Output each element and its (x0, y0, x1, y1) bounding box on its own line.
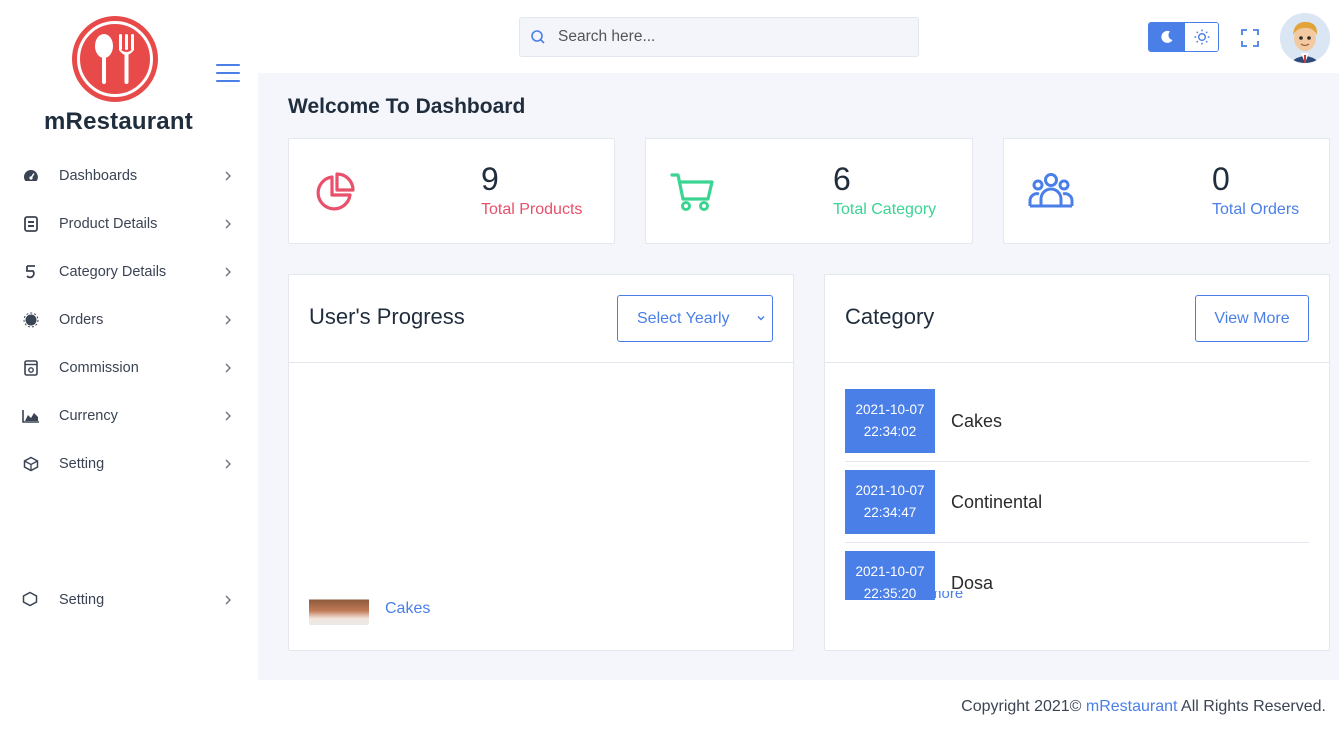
setting-cube-icon (22, 455, 40, 473)
sidebar-item-label: Product Details (59, 216, 158, 232)
sidebar-item-label: Setting (59, 456, 105, 472)
sidebar-item-label: Currency (59, 408, 118, 424)
sidebar-item-label: Orders (59, 312, 104, 328)
search-bar (519, 17, 919, 57)
users-group-icon (1028, 173, 1074, 208)
sidebar-item-currency[interactable]: Currency (0, 392, 258, 440)
time-text: 22:34:02 (863, 424, 917, 439)
date-badge: 2021-10-07 22:34:02 (845, 389, 935, 453)
card-header: User's Progress Select Yearly (289, 275, 793, 363)
cake-image (309, 593, 369, 625)
area-chart-icon (22, 407, 40, 425)
setting-cube-icon (22, 591, 40, 608)
sidebar: mRestaurant Dashboards Product Details C… (0, 0, 258, 680)
main-content: Welcome To Dashboard 9 Total Products 6 … (258, 73, 1339, 680)
users-progress-card: User's Progress Select Yearly Cakes (288, 274, 794, 651)
copyright-text: Copyright 2021© mRestaurant All Rights R… (961, 698, 1326, 716)
list-item[interactable]: 2021-10-07 22:34:02 Cakes (845, 381, 1309, 462)
stat-value: 9 (481, 161, 499, 197)
chevron-right-icon (225, 315, 231, 325)
time-text: 22:34:47 (863, 505, 917, 520)
sun-icon (1194, 29, 1209, 45)
date-text: 2021-10-07 (855, 564, 925, 579)
app-root: mRestaurant Dashboards Product Details C… (0, 0, 1339, 736)
stat-label: Total Products (481, 201, 583, 218)
view-more-button[interactable]: View More (1195, 295, 1309, 342)
stat-card-orders: 0 Total Orders (1003, 138, 1330, 244)
category-card: Category View More 2021-10-07 22:34:02 C… (824, 274, 1330, 651)
select-value: Select Yearly (637, 309, 730, 327)
cart-icon (670, 173, 714, 211)
date-text: 2021-10-07 (855, 402, 925, 417)
sidebar-item-label: Dashboards (59, 168, 138, 184)
sidebar-menu: Dashboards Product Details Category Deta… (0, 152, 258, 488)
stat-label: Total Category (833, 201, 937, 218)
stat-card-category: 6 Total Category (645, 138, 973, 244)
chevron-right-icon (225, 171, 231, 181)
chevron-right-icon (225, 411, 231, 421)
stat-label: Total Orders (1212, 201, 1300, 218)
card-title: User's Progress (309, 304, 465, 329)
search-input[interactable] (558, 28, 898, 46)
dark-mode-button[interactable] (1149, 23, 1185, 51)
sidebar-item-orders[interactable]: Orders (0, 296, 258, 344)
date-text: 2021-10-07 (855, 483, 925, 498)
more-link[interactable]: more (929, 591, 963, 603)
sidebar-item-dashboards[interactable]: Dashboards (0, 152, 258, 200)
stat-card-products: 9 Total Products (288, 138, 615, 244)
category-icon (22, 263, 40, 281)
chevron-right-icon (225, 595, 231, 605)
moon-icon (1161, 30, 1173, 43)
product-box-icon (22, 215, 40, 233)
list-item-label: Cakes (385, 600, 431, 617)
category-name: Continental (951, 491, 1043, 512)
chevron-right-icon (225, 219, 231, 229)
sidebar-item-label: Setting (59, 592, 105, 608)
sidebar-item-setting[interactable]: Setting (0, 440, 258, 488)
sidebar-item-category-details[interactable]: Category Details (0, 248, 258, 296)
chevron-right-icon (225, 363, 231, 373)
time-text: 22:35:20 (863, 586, 917, 600)
list-item[interactable]: Cakes (309, 593, 430, 625)
hamburger-menu-icon[interactable] (216, 64, 240, 84)
orders-icon (22, 311, 40, 329)
sidebar-item-label: Commission (59, 360, 139, 376)
card-title: Category (845, 304, 935, 329)
dashboard-gauge-icon (22, 167, 40, 185)
page-title: Welcome To Dashboard (288, 95, 526, 118)
category-list: 2021-10-07 22:34:02 Cakes 2021-10-07 22:… (845, 381, 1309, 600)
sidebar-item-setting-duplicate[interactable]: Setting (0, 584, 258, 608)
pie-chart-icon (316, 172, 355, 211)
search-icon (531, 30, 545, 44)
copyright-prefix: Copyright 2021© (961, 698, 1086, 715)
card-header: Category View More (825, 275, 1329, 363)
logo-icon[interactable] (72, 16, 158, 102)
brand-name: mRestaurant (44, 108, 193, 135)
date-badge: 2021-10-07 22:35:20 (845, 551, 935, 600)
sidebar-item-label: Category Details (59, 264, 167, 280)
copyright-suffix: All Rights Reserved. (1177, 698, 1326, 715)
theme-toggle (1148, 22, 1219, 52)
sidebar-item-product-details[interactable]: Product Details (0, 200, 258, 248)
avatar[interactable] (1280, 13, 1330, 63)
yearly-select[interactable]: Select Yearly (617, 295, 773, 342)
fullscreen-icon[interactable] (1240, 28, 1260, 48)
list-item[interactable]: 2021-10-07 22:35:20 Dosa (845, 543, 1309, 600)
list-item[interactable]: 2021-10-07 22:34:47 Continental (845, 462, 1309, 543)
sidebar-item-commission[interactable]: Commission (0, 344, 258, 392)
footer-brand-link[interactable]: mRestaurant (1086, 698, 1178, 715)
stat-value: 6 (833, 161, 851, 197)
category-name: Cakes (951, 410, 1003, 431)
chevron-down-icon (757, 315, 765, 321)
chevron-right-icon (225, 267, 231, 277)
stat-value: 0 (1212, 161, 1230, 197)
date-badge: 2021-10-07 22:34:47 (845, 470, 935, 534)
chevron-right-icon (225, 459, 231, 469)
footer: Copyright 2021© mRestaurant All Rights R… (0, 680, 1339, 736)
commission-icon (22, 359, 40, 377)
light-mode-button[interactable] (1185, 23, 1218, 51)
